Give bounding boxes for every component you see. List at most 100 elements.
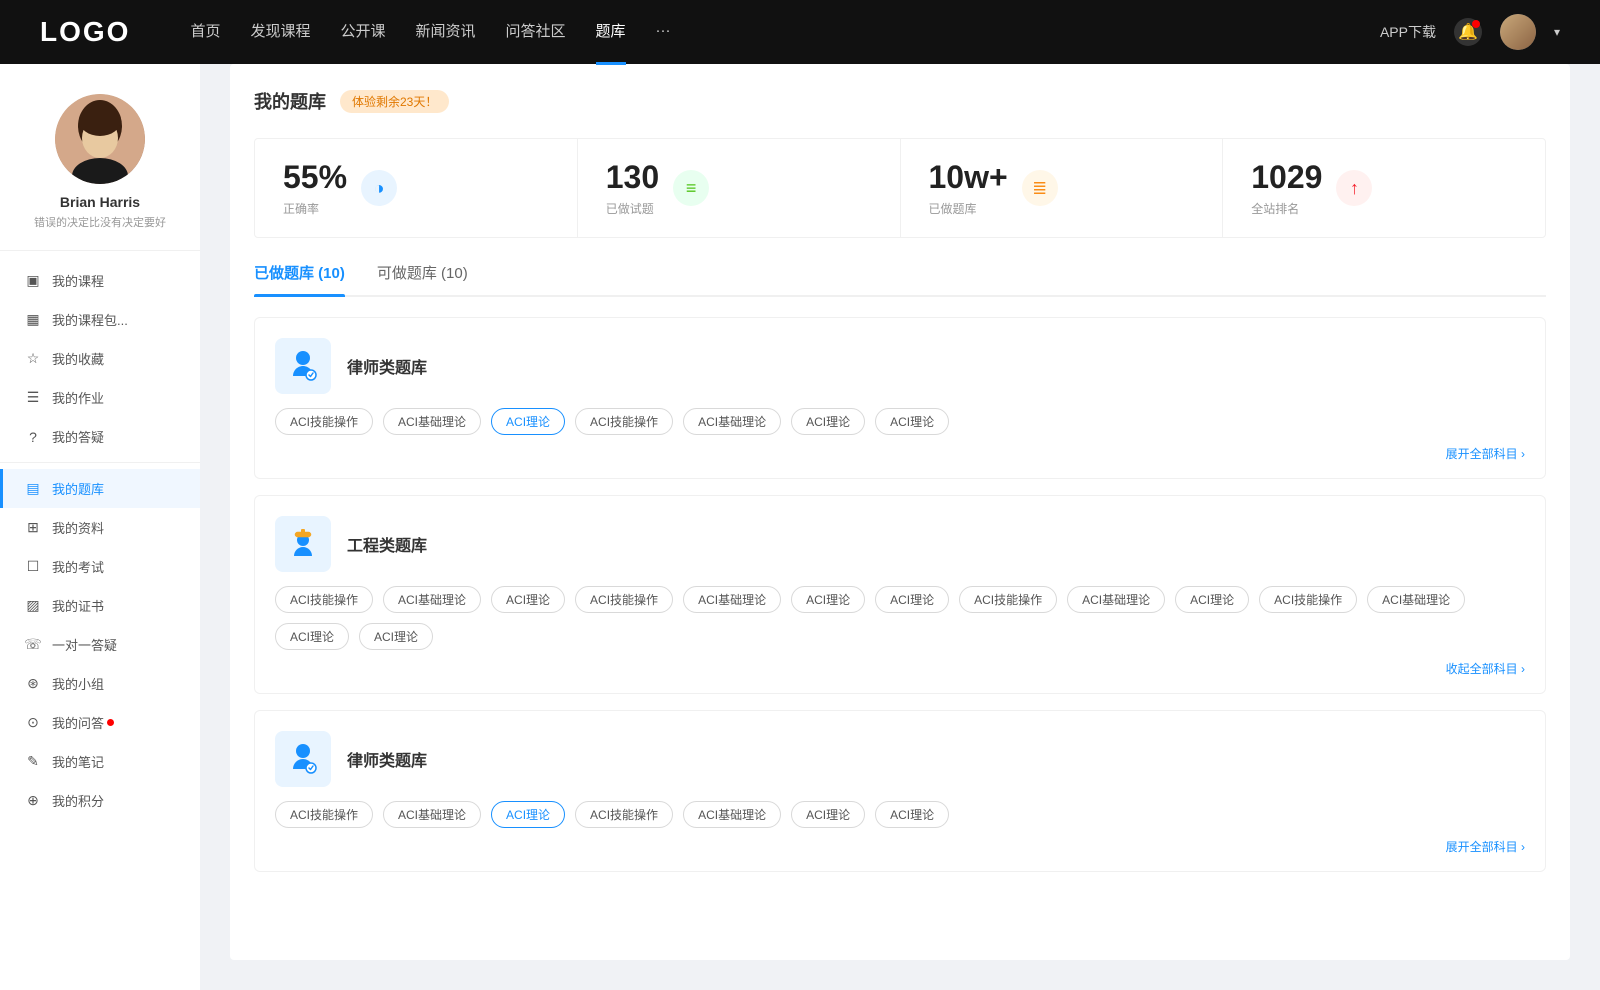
stat-icon: ◑ bbox=[361, 170, 397, 206]
tabs-row: 已做题库 (10) 可做题库 (10) bbox=[254, 262, 1546, 297]
bank-expand-toggle[interactable]: 展开全部科目 bbox=[275, 838, 1525, 855]
bank-tag[interactable]: ACI基础理论 bbox=[683, 408, 781, 435]
sidebar-item-我的课程包...[interactable]: ▦我的课程包... bbox=[0, 300, 200, 339]
sidebar-item-一对一答疑[interactable]: ☏一对一答疑 bbox=[0, 625, 200, 664]
stat-label: 已做题库 bbox=[929, 200, 1008, 217]
page-title-row: 我的题库 体验剩余23天！ bbox=[254, 88, 1546, 114]
bank-tag[interactable]: ACI基础理论 bbox=[683, 586, 781, 613]
bank-tag[interactable]: ACI基础理论 bbox=[383, 408, 481, 435]
main-layout: Brian Harris 错误的决定比没有决定要好 ▣我的课程▦我的课程包...… bbox=[0, 64, 1600, 990]
bank-tag[interactable]: ACI基础理论 bbox=[383, 801, 481, 828]
sidebar-item-我的小组[interactable]: ⊛我的小组 bbox=[0, 664, 200, 703]
menu-icon: ▣ bbox=[24, 272, 42, 289]
menu-icon: ☐ bbox=[24, 558, 42, 575]
top-nav: LOGO 首页 发现课程 公开课 新闻资讯 问答社区 题库 ··· APP下载 🔔 ▾ bbox=[0, 0, 1600, 64]
menu-icon: ☏ bbox=[24, 636, 42, 653]
bank-tag[interactable]: ACI技能操作 bbox=[275, 408, 373, 435]
chevron-down-icon[interactable]: ▾ bbox=[1554, 25, 1560, 39]
nav-link[interactable]: 首页 bbox=[190, 20, 220, 45]
stat-icon: ↑ bbox=[1336, 170, 1372, 206]
sidebar-item-我的积分[interactable]: ⊕ 我的积分 bbox=[0, 781, 200, 820]
stat-label: 已做试题 bbox=[606, 200, 659, 217]
sidebar-item-我的证书[interactable]: ▨ 我的证书 bbox=[0, 586, 200, 625]
menu-label: 我的收藏 bbox=[52, 349, 104, 368]
nav-link[interactable]: 问答社区 bbox=[506, 20, 566, 45]
bank-tag[interactable]: ACI技能操作 bbox=[1259, 586, 1357, 613]
sidebar-item-我的资料[interactable]: ⊞我的资料 bbox=[0, 508, 200, 547]
notification-bell[interactable]: 🔔 bbox=[1454, 18, 1482, 46]
bank-tag[interactable]: ACI技能操作 bbox=[275, 801, 373, 828]
nav-link[interactable]: 公开课 bbox=[340, 20, 385, 45]
sidebar-item-我的作业[interactable]: ☰我的作业 bbox=[0, 378, 200, 417]
sidebar-item-我的笔记[interactable]: ✎我的笔记 bbox=[0, 742, 200, 781]
menu-icon: ⊕ bbox=[24, 792, 42, 809]
bank-tag[interactable]: ACI技能操作 bbox=[275, 586, 373, 613]
bank-tag[interactable]: ACI理论 bbox=[491, 408, 565, 435]
bank-expand-toggle[interactable]: 收起全部科目 bbox=[275, 660, 1525, 677]
nav-link[interactable]: 新闻资讯 bbox=[416, 20, 476, 45]
menu-label: 我的资料 bbox=[52, 518, 104, 537]
nav-link[interactable]: ··· bbox=[656, 22, 671, 43]
nav-links: 首页 发现课程 公开课 新闻资讯 问答社区 题库 ··· bbox=[190, 20, 1380, 45]
sidebar: Brian Harris 错误的决定比没有决定要好 ▣我的课程▦我的课程包...… bbox=[0, 64, 200, 990]
bank-tag[interactable]: ACI理论 bbox=[791, 801, 865, 828]
menu-label: 我的小组 bbox=[52, 674, 104, 693]
menu-icon: ▦ bbox=[24, 311, 42, 328]
bank-expand-toggle[interactable]: 展开全部科目 bbox=[275, 445, 1525, 462]
bank-card-header: 律师类题库 bbox=[275, 338, 1525, 394]
bank-card-bank1: 律师类题库ACI技能操作ACI基础理论ACI理论ACI技能操作ACI基础理论AC… bbox=[254, 317, 1546, 479]
bank-tag[interactable]: ACI基础理论 bbox=[1367, 586, 1465, 613]
bank-tag[interactable]: ACI理论 bbox=[875, 801, 949, 828]
menu-label: 我的答疑 bbox=[52, 427, 104, 446]
bank-tag[interactable]: ACI基础理论 bbox=[1067, 586, 1165, 613]
menu-label: 我的积分 bbox=[52, 791, 104, 810]
menu-label: 我的笔记 bbox=[52, 752, 104, 771]
sidebar-item-我的答疑[interactable]: ?我的答疑 bbox=[0, 417, 200, 456]
bank-tag[interactable]: ACI基础理论 bbox=[683, 801, 781, 828]
stats-row: 55% 正确率 ◑ 130 已做试题 ≡ 10w+ 已做题库 ≣ 1029 全站… bbox=[254, 138, 1546, 238]
menu-icon: ▨ bbox=[24, 597, 42, 614]
nav-link[interactable]: 题库 bbox=[596, 20, 626, 45]
bank-tag[interactable]: ACI基础理论 bbox=[383, 586, 481, 613]
sidebar-item-我的课程[interactable]: ▣ 我的课程 bbox=[0, 261, 200, 300]
bank-tag[interactable]: ACI理论 bbox=[791, 586, 865, 613]
avatar-image bbox=[1500, 14, 1536, 50]
bank-tag[interactable]: ACI技能操作 bbox=[575, 801, 673, 828]
stat-text-group: 10w+ 已做题库 bbox=[929, 159, 1008, 217]
bank-tag[interactable]: ACI理论 bbox=[491, 801, 565, 828]
stat-text-group: 130 已做试题 bbox=[606, 159, 659, 217]
sidebar-item-我的问答[interactable]: ⊙我的问答 bbox=[0, 703, 200, 742]
menu-label: 我的问答 bbox=[52, 713, 104, 732]
sidebar-item-我的考试[interactable]: ☐ 我的考试 bbox=[0, 547, 200, 586]
bank-tag[interactable]: ACI理论 bbox=[491, 586, 565, 613]
bank-title: 律师类题库 bbox=[347, 354, 427, 378]
tab-item[interactable]: 已做题库 (10) bbox=[254, 262, 345, 295]
bank-tag[interactable]: ACI理论 bbox=[275, 623, 349, 650]
avatar[interactable] bbox=[1500, 14, 1536, 50]
sidebar-item-我的收藏[interactable]: ☆ 我的收藏 bbox=[0, 339, 200, 378]
bank-tag[interactable]: ACI技能操作 bbox=[959, 586, 1057, 613]
sidebar-avatar bbox=[55, 94, 145, 184]
bank-tag[interactable]: ACI技能操作 bbox=[575, 586, 673, 613]
app-download-link[interactable]: APP下载 bbox=[1380, 22, 1436, 42]
bank-tag[interactable]: ACI理论 bbox=[875, 586, 949, 613]
bank-tags: ACI技能操作 ACI基础理论 ACI理论 ACI技能操作 ACI基础理论 ACI理论 AC… bbox=[275, 408, 1525, 435]
stat-item: 130 已做试题 ≡ bbox=[578, 139, 901, 237]
bank-tag[interactable]: ACI技能操作 bbox=[575, 408, 673, 435]
sidebar-item-我的题库[interactable]: ▤我的题库 bbox=[0, 469, 200, 508]
menu-label: 我的课程 bbox=[52, 271, 104, 290]
bank-tag[interactable]: ACI理论 bbox=[1175, 586, 1249, 613]
logo[interactable]: LOGO bbox=[40, 16, 130, 48]
stat-text-group: 1029 全站排名 bbox=[1251, 159, 1322, 217]
bank-tag[interactable]: ACI理论 bbox=[875, 408, 949, 435]
menu-label: 我的证书 bbox=[52, 596, 104, 615]
bank-tag[interactable]: ACI理论 bbox=[791, 408, 865, 435]
bank-expand-label: 收起全部科目 bbox=[1446, 662, 1525, 676]
menu-icon: ☆ bbox=[24, 350, 42, 367]
menu-label: 我的考试 bbox=[52, 557, 104, 576]
nav-link[interactable]: 发现课程 bbox=[250, 20, 310, 45]
bank-tag[interactable]: ACI理论 bbox=[359, 623, 433, 650]
tab-item[interactable]: 可做题库 (10) bbox=[377, 262, 468, 295]
stat-item: 1029 全站排名 ↑ bbox=[1223, 139, 1545, 237]
stat-value: 130 bbox=[606, 159, 659, 196]
